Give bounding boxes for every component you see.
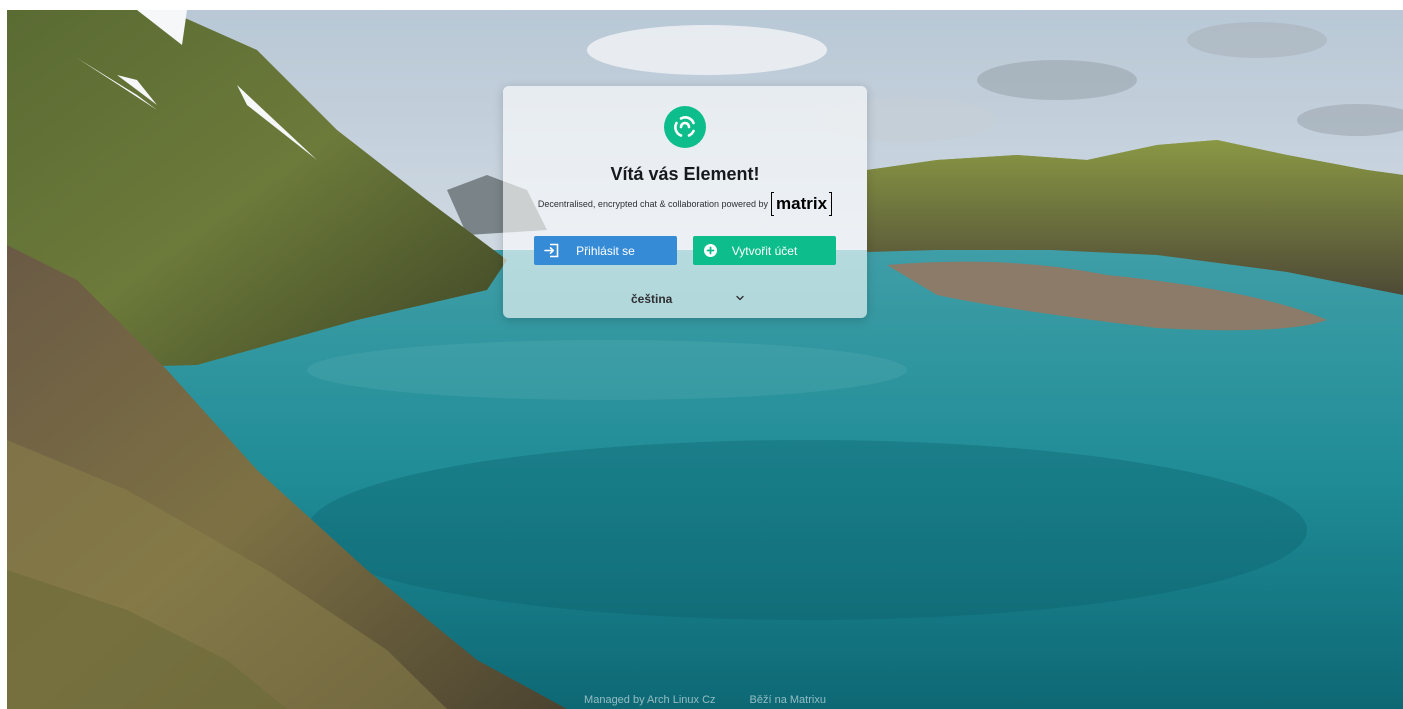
matrix-logo-bracket-left	[771, 192, 775, 216]
language-selected: čeština	[631, 292, 673, 306]
app-frame: Vítá vás Element! Decentralised, encrypt…	[7, 10, 1403, 709]
welcome-card: Vítá vás Element! Decentralised, encrypt…	[503, 86, 867, 318]
matrix-logo-bracket-right	[829, 192, 833, 216]
footer-powered-link[interactable]: Běží na Matrixu	[750, 694, 826, 706]
element-logo-icon	[664, 106, 706, 148]
sign-in-label: Přihlásit se	[576, 243, 635, 258]
footer-managed-by-link[interactable]: Managed by Arch Linux Cz	[584, 694, 715, 706]
matrix-logo-text: matrix	[776, 194, 828, 213]
sign-in-icon	[544, 243, 559, 258]
sign-in-button[interactable]: Přihlásit se	[534, 236, 677, 265]
plus-circle-icon	[704, 244, 717, 257]
language-selector[interactable]: čeština	[623, 290, 747, 308]
welcome-tagline: Decentralised, encrypted chat & collabor…	[503, 192, 867, 216]
footer: Managed by Arch Linux Cz Běží na Matrixu	[7, 694, 1403, 706]
register-button[interactable]: Vytvořit účet	[693, 236, 836, 265]
chevron-down-icon	[736, 295, 744, 301]
tagline-text: Decentralised, encrypted chat & collabor…	[537, 199, 769, 209]
register-label: Vytvořit účet	[731, 243, 798, 258]
matrix-logo: matrix	[771, 192, 833, 216]
welcome-title: Vítá vás Element!	[610, 164, 760, 184]
